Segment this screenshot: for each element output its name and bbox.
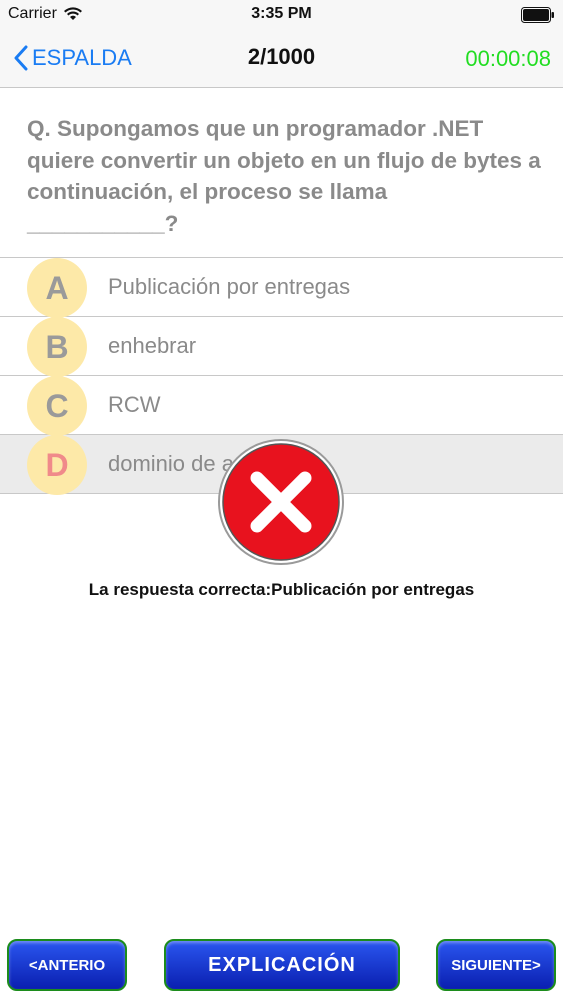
option-letter-badge: B bbox=[27, 317, 87, 377]
status-bar: Carrier 3:35 PM bbox=[0, 0, 563, 30]
option-letter-badge: C bbox=[27, 376, 87, 436]
option-text: RCW bbox=[108, 392, 161, 417]
timer: 00:00:08 bbox=[465, 46, 551, 71]
option-text: Publicación por entregas bbox=[108, 274, 351, 299]
option-letter-badge: A bbox=[27, 258, 87, 318]
question-text: Q. Supongamos que un programador .NET qu… bbox=[27, 116, 541, 236]
option-a[interactable]: A Publicación por entregas bbox=[0, 257, 563, 318]
option-c[interactable]: C RCW bbox=[0, 375, 563, 436]
nav-bar: ESPALDA 2/1000 00:00:08 bbox=[0, 30, 563, 88]
battery-icon bbox=[521, 7, 554, 23]
correct-answer-text: La respuesta correcta:Publicación por en… bbox=[88, 580, 475, 599]
option-letter-badge: D bbox=[27, 435, 87, 495]
previous-button[interactable]: <ANTERIO bbox=[7, 939, 127, 991]
option-text: enhebrar bbox=[108, 333, 197, 358]
option-b[interactable]: B enhebrar bbox=[0, 316, 563, 377]
next-button[interactable]: SIGUIENTE> bbox=[436, 939, 556, 991]
status-time: 3:35 PM bbox=[251, 5, 312, 22]
explanation-button[interactable]: EXPLICACIÓN bbox=[164, 939, 400, 991]
wrong-x-icon bbox=[218, 439, 344, 565]
